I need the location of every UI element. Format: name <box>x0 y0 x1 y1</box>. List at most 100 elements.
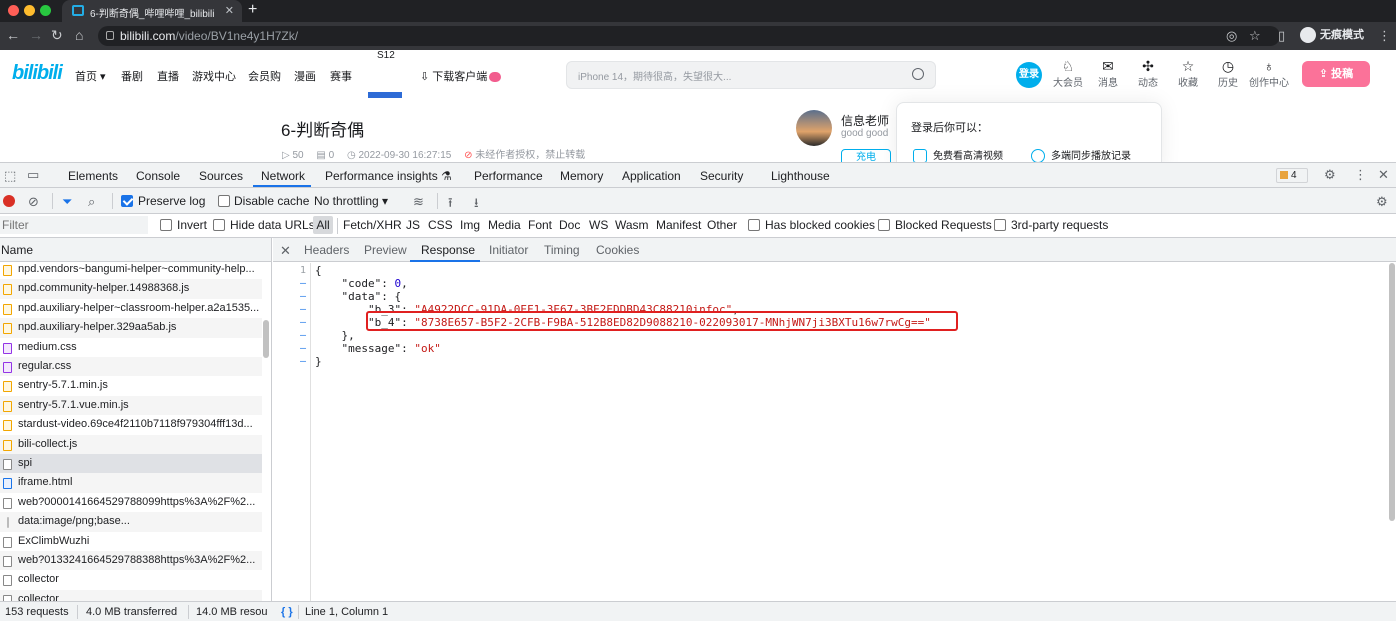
request-row[interactable]: npd.auxiliary-helper~classroom-helper.a2… <box>0 299 262 318</box>
request-row[interactable]: npd.vendors~bangumi-helper~community-hel… <box>0 260 262 279</box>
fold-marker[interactable]: – <box>300 343 306 354</box>
record-button[interactable] <box>3 195 15 207</box>
clear-icon[interactable]: ⊘ <box>28 194 39 210</box>
network-conditions-wifi-icon[interactable]: ≋ <box>413 194 424 210</box>
fold-marker[interactable]: – <box>300 304 306 315</box>
tab-elements[interactable]: Elements <box>68 169 118 183</box>
nav-live[interactable]: 直播 <box>157 68 179 84</box>
close-tab-icon[interactable]: ✕ <box>225 4 234 17</box>
tab-application[interactable]: Application <box>622 169 681 183</box>
filter-css[interactable]: CSS <box>428 218 453 232</box>
fold-marker[interactable]: – <box>300 356 306 367</box>
third-party-checkbox[interactable] <box>994 219 1006 231</box>
request-list-scrollbar[interactable] <box>263 264 269 601</box>
tab-performance-insights[interactable]: Performance insights ⚗ <box>325 169 452 183</box>
pretty-print-braces-icon[interactable]: { } <box>281 606 293 618</box>
request-row[interactable]: sentry-5.7.1.min.js <box>0 376 262 395</box>
scrollbar-thumb[interactable] <box>263 320 269 358</box>
filter-wasm[interactable]: Wasm <box>615 218 649 232</box>
vip-entry[interactable]: ♘ 大会员 <box>1048 58 1088 89</box>
history-entry[interactable]: ◷ 历史 <box>1208 58 1248 89</box>
new-tab-icon[interactable]: + <box>248 1 257 19</box>
disable-cache-checkbox[interactable] <box>218 195 230 207</box>
charge-button[interactable]: 充电 <box>841 149 891 162</box>
filter-other[interactable]: Other <box>707 218 737 232</box>
tab-sources[interactable]: Sources <box>199 169 243 183</box>
more-options-icon[interactable]: ⋮ <box>1354 167 1367 183</box>
import-har-icon[interactable]: ⭱ <box>448 194 453 216</box>
nav-home[interactable]: 首页 ▾ <box>75 68 106 84</box>
tab-preview[interactable]: Preview <box>364 243 407 257</box>
upload-button[interactable]: ⇪ 投稿 <box>1302 61 1370 87</box>
hide-data-urls-checkbox[interactable] <box>213 219 225 231</box>
uploader-name[interactable]: 信息老师 <box>841 112 889 129</box>
eye-slash-icon[interactable]: ◎ <box>1226 28 1237 44</box>
sidebar-icon[interactable]: ▯ <box>1278 28 1285 44</box>
creator-center-entry[interactable]: ♁ 创作中心 <box>1248 58 1290 89</box>
throttling-select[interactable]: No throttling ▾ <box>314 194 388 208</box>
s12-promo-banner[interactable] <box>368 92 402 98</box>
incognito-profile-button[interactable]: 无痕模式 <box>1300 26 1364 44</box>
request-row[interactable]: data:image/png;base... <box>0 512 262 532</box>
request-row[interactable]: web?0000141664529788099https%3A%2F%2... <box>0 493 262 512</box>
request-row[interactable]: sentry-5.7.1.vue.min.js <box>0 395 262 416</box>
search-icon[interactable]: ⌕ <box>88 194 95 210</box>
scrollbar-thumb[interactable] <box>1389 263 1395 521</box>
request-row[interactable]: spi <box>0 454 262 474</box>
request-row[interactable]: npd.community-helper.14988368.js <box>0 279 262 299</box>
tab-initiator[interactable]: Initiator <box>489 243 528 257</box>
request-row[interactable]: regular.css <box>0 357 262 377</box>
filter-fetch-xhr[interactable]: Fetch/XHR <box>343 218 402 232</box>
network-settings-gear-icon[interactable]: ⚙ <box>1376 194 1388 210</box>
tab-response[interactable]: Response <box>421 243 475 257</box>
inspect-element-icon[interactable]: ⬚ <box>4 168 16 184</box>
fold-marker[interactable]: – <box>300 330 306 341</box>
request-row[interactable]: bili-collect.js <box>0 434 262 454</box>
nav-mall[interactable]: 会员购 <box>248 68 281 84</box>
login-button[interactable]: 登录 <box>1016 62 1042 88</box>
request-row[interactable]: medium.css <box>0 338 262 357</box>
device-toolbar-icon[interactable]: ▭ <box>27 167 39 183</box>
url-input[interactable]: bilibili.com/video/BV1ne4y1H7Zk/ <box>98 26 1280 46</box>
tab-cookies[interactable]: Cookies <box>596 243 639 257</box>
close-devtools-icon[interactable]: ✕ <box>1378 167 1389 183</box>
fold-marker[interactable]: – <box>300 278 306 289</box>
download-client-link[interactable]: ⇩ 下载客户端 <box>420 68 502 84</box>
tab-lighthouse[interactable]: Lighthouse <box>771 169 830 183</box>
request-row[interactable]: iframe.html <box>0 473 262 493</box>
filter-js[interactable]: JS <box>406 218 420 232</box>
search-icon[interactable] <box>912 68 924 80</box>
reload-icon[interactable]: ↻ <box>51 27 63 44</box>
forward-icon[interactable]: → <box>29 27 43 43</box>
response-scrollbar[interactable] <box>1388 263 1396 527</box>
nav-events[interactable]: 赛事 <box>330 68 352 84</box>
filter-manifest[interactable]: Manifest <box>656 218 701 232</box>
browser-tab[interactable]: 6-判断奇偶_哔哩哔哩_bilibili ✕ <box>62 0 242 22</box>
back-icon[interactable]: ← <box>6 27 20 43</box>
fold-marker[interactable]: – <box>300 291 306 302</box>
request-row[interactable]: collector <box>0 589 262 601</box>
filter-ws[interactable]: WS <box>589 218 608 232</box>
filter-doc[interactable]: Doc <box>559 218 580 232</box>
s12-promo-label[interactable]: S12 <box>377 50 395 61</box>
filter-funnel-icon[interactable]: ⏷ <box>62 194 72 210</box>
blocked-requests-checkbox[interactable] <box>878 219 890 231</box>
request-row[interactable]: collector <box>0 570 262 589</box>
menu-kebab-icon[interactable]: ⋮ <box>1378 28 1391 44</box>
search-input[interactable]: iPhone 14，期待很高，失望很大... <box>566 61 936 89</box>
nav-manga[interactable]: 漫画 <box>294 68 316 84</box>
request-row[interactable]: web?0133241664529788388https%3A%2F%2... <box>0 551 262 571</box>
filter-img[interactable]: Img <box>460 218 480 232</box>
preserve-log-checkbox[interactable] <box>121 195 133 207</box>
dynamics-entry[interactable]: ✣ 动态 <box>1128 58 1168 89</box>
close-window-button[interactable] <box>8 5 19 16</box>
request-row[interactable]: npd.auxiliary-helper.329aa5ab.js <box>0 318 262 338</box>
filter-font[interactable]: Font <box>528 218 552 232</box>
close-detail-icon[interactable]: ✕ <box>280 243 291 259</box>
nav-game-center[interactable]: 游戏中心 <box>192 68 236 84</box>
request-row[interactable]: ExClimbWuzhi <box>0 532 262 551</box>
bookmark-star-icon[interactable]: ☆ <box>1249 28 1261 44</box>
nav-anime[interactable]: 番剧 <box>121 68 143 84</box>
filter-media[interactable]: Media <box>488 218 521 232</box>
tab-headers[interactable]: Headers <box>304 243 349 257</box>
